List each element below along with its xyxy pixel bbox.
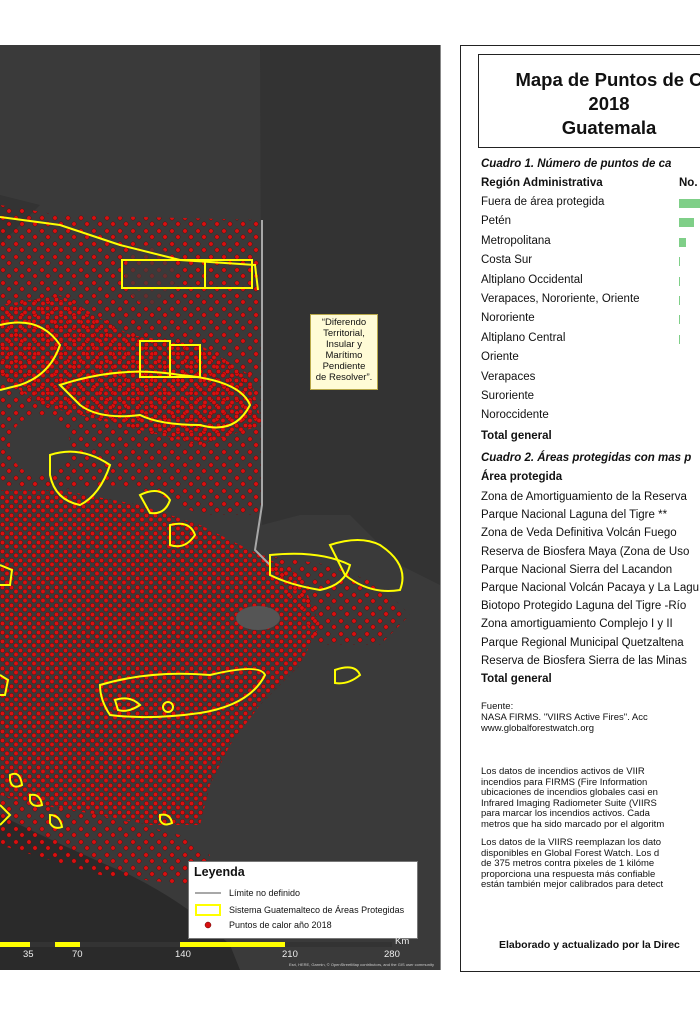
map-canvas <box>0 45 440 970</box>
scale-label: 35 <box>23 949 34 960</box>
table1-row-bar <box>679 296 680 305</box>
table2-row-label: Parque Regional Municipal Quetzaltena <box>481 636 684 649</box>
scale-bar <box>0 942 392 948</box>
red-dot-icon <box>204 921 212 929</box>
table1-row-label: Verapaces, Nororiente, Oriente <box>481 293 640 305</box>
table2-row-label: Zona amortiguamiento Complejo I y II <box>481 618 673 631</box>
table1-row-label: Costa Sur <box>481 254 533 267</box>
table1-row-bar <box>679 276 681 286</box>
paragraph-line: Infrared Imaging Radiometer Suite (VIIRS <box>481 798 657 809</box>
table1-row-bar <box>679 237 686 247</box>
legend-label: Sistema Guatemalteco de Áreas Protegidas <box>229 905 405 915</box>
source-label: Fuente: <box>481 702 514 712</box>
table1-row-label: Suroriente <box>481 390 535 402</box>
table1-row-bar <box>679 257 681 267</box>
table1-title: Cuadro 1. Número de puntos de ca <box>481 158 672 170</box>
callout-line: Marítimo <box>325 350 363 361</box>
paragraph-line: ubicaciones de incendios globales casi e… <box>481 788 658 798</box>
callout-line: Territorial, <box>323 328 365 339</box>
source-text: NASA FIRMS. "VIIRS Active Fires". Acc <box>481 713 648 723</box>
table2-header: Área protegida <box>481 471 563 483</box>
grey-line-icon <box>195 892 221 894</box>
map-title-box: Mapa de Puntos de C 2018 Guatemala <box>478 54 700 148</box>
scale-label: 210 <box>282 949 298 960</box>
legend-title: Leyenda <box>194 865 245 879</box>
table2-row-label: Parque Nacional Volcán Pacaya y La Lagu <box>481 582 700 594</box>
table1-row-label: Nororiente <box>481 312 535 325</box>
paragraph-line: para marcar los incendios activos. Cada <box>481 809 650 819</box>
table2-title: Cuadro 2. Áreas protegidas con mas p <box>481 452 692 464</box>
table1-row-label: Altiplano Occidental <box>481 273 583 286</box>
callout-line: Insular y <box>326 339 362 350</box>
table1-row-bar <box>679 199 700 208</box>
scale-unit: Km <box>395 936 410 947</box>
legend-item-protected-areas: Sistema Guatemalteco de Áreas Protegidas <box>195 904 404 916</box>
table2-row-label: Reserva de Biosfera Sierra de las Minas <box>481 654 687 667</box>
table1-row-label: Noroccidente <box>481 409 549 422</box>
legend-item-heat-points: Puntos de calor año 2018 <box>195 920 332 930</box>
table2-row-label: Reserva de Biosfera Maya (Zona de Uso <box>481 545 690 558</box>
table1-row-bar <box>679 218 695 228</box>
info-panel: Mapa de Puntos de C 2018 Guatemala Cuadr… <box>460 45 700 972</box>
table2-row-label: Parque Nacional Sierra del Lacandon <box>481 563 673 576</box>
table1-row-label: Verapaces <box>481 370 536 383</box>
callout-line: “Diferendo <box>321 317 367 328</box>
paragraph-line: proporciona una respuesta más confiable <box>481 869 656 880</box>
paragraph-line: metros que ha sido marcado por el algori… <box>481 819 665 830</box>
table1-row-label: Metropolitana <box>481 234 551 247</box>
table2-row-label: Parque Nacional Laguna del Tigre ** <box>481 509 668 522</box>
paragraph-line: Los datos de la VIIRS reemplazan los dat… <box>481 838 662 848</box>
source-url: www.globalforestwatch.org <box>481 724 594 734</box>
paragraph-line: disponibles en Global Forest Watch. Los … <box>481 848 660 859</box>
footer-credit: Elaborado y actualizado por la Direc <box>499 939 680 951</box>
callout-line: Pendiente <box>322 361 366 372</box>
scale-label: 140 <box>175 949 191 960</box>
map-title-year: 2018 <box>588 93 630 114</box>
table1-header-count: No. <box>679 177 698 189</box>
table1-row-label: Fuera de área protegida <box>481 196 605 208</box>
table1-row-bar <box>679 315 680 325</box>
table1-row-label: Oriente <box>481 351 519 364</box>
map-legend: Leyenda Límite no definido Sistema Guate… <box>188 861 418 939</box>
heat-points-map[interactable]: 500000 600000 700000 “Diferendo Territor… <box>0 45 441 970</box>
table1-row-label: Altiplano Central <box>481 331 566 344</box>
paragraph-line: incendios para FIRMS (Fire Information <box>481 777 648 788</box>
paragraph-line: están también mejor calibrados para dete… <box>481 880 664 890</box>
legend-label: Puntos de calor año 2018 <box>229 920 332 930</box>
disputed-territory-callout: “Diferendo Territorial, Insular y Maríti… <box>310 314 378 390</box>
table2-row-label: Zona de Veda Definitiva Volcán Fuego <box>481 527 677 540</box>
table1-total: Total general <box>481 430 552 442</box>
yellow-outline-icon <box>195 904 221 916</box>
scale-label: 280 <box>384 949 400 960</box>
table2-row-label: Zona de Amortiguamiento de la Reserva <box>481 491 687 503</box>
table2-row-label: Biotopo Protegido Laguna del Tigre -Río <box>481 600 687 613</box>
legend-label: Límite no definido <box>229 888 301 898</box>
legend-item-boundary: Límite no definido <box>195 888 300 898</box>
callout-line: de Resolver”. <box>315 372 373 383</box>
table1-row-label: Petén <box>481 215 512 228</box>
paragraph-line: de 375 metros contra pixeles de 1 kilóme <box>481 859 655 869</box>
table1-header-region: Región Administrativa <box>481 177 603 189</box>
table2-total: Total general <box>481 673 552 685</box>
scale-label: 70 <box>72 949 83 960</box>
paragraph-line: Los datos de incendios activos de VIIR <box>481 767 645 777</box>
map-title-line: Mapa de Puntos de C <box>515 69 700 90</box>
map-title-country: Guatemala <box>561 117 657 138</box>
table1-row-bar <box>679 334 680 344</box>
map-credit: Esri, HERE, Garmin, © OpenStreetMap cont… <box>288 962 434 967</box>
